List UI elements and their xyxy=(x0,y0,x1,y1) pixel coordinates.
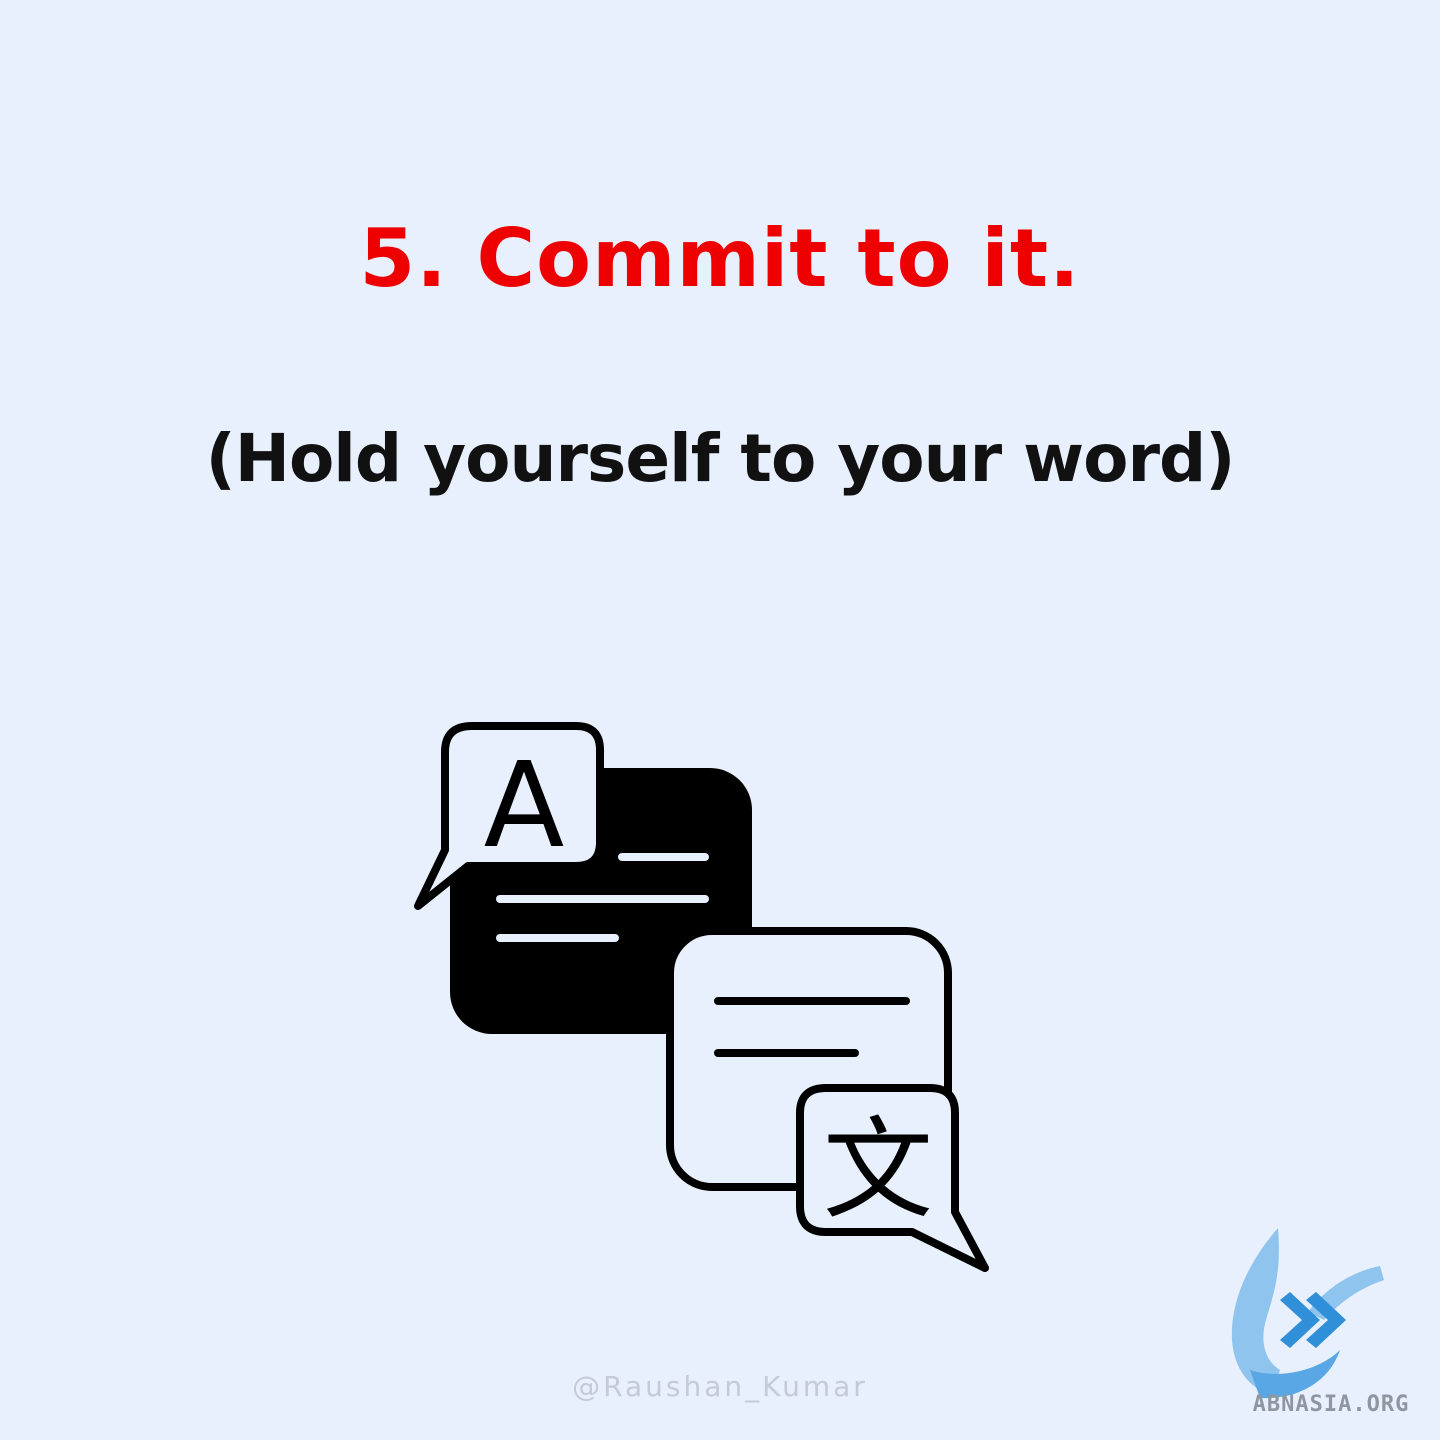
eagle-logo-icon xyxy=(1231,1228,1384,1399)
watermark-text: ABNASIA.ORG xyxy=(1252,1392,1410,1417)
cjk-glyph: 文 xyxy=(823,1106,933,1234)
latin-glyph: A xyxy=(484,736,565,874)
